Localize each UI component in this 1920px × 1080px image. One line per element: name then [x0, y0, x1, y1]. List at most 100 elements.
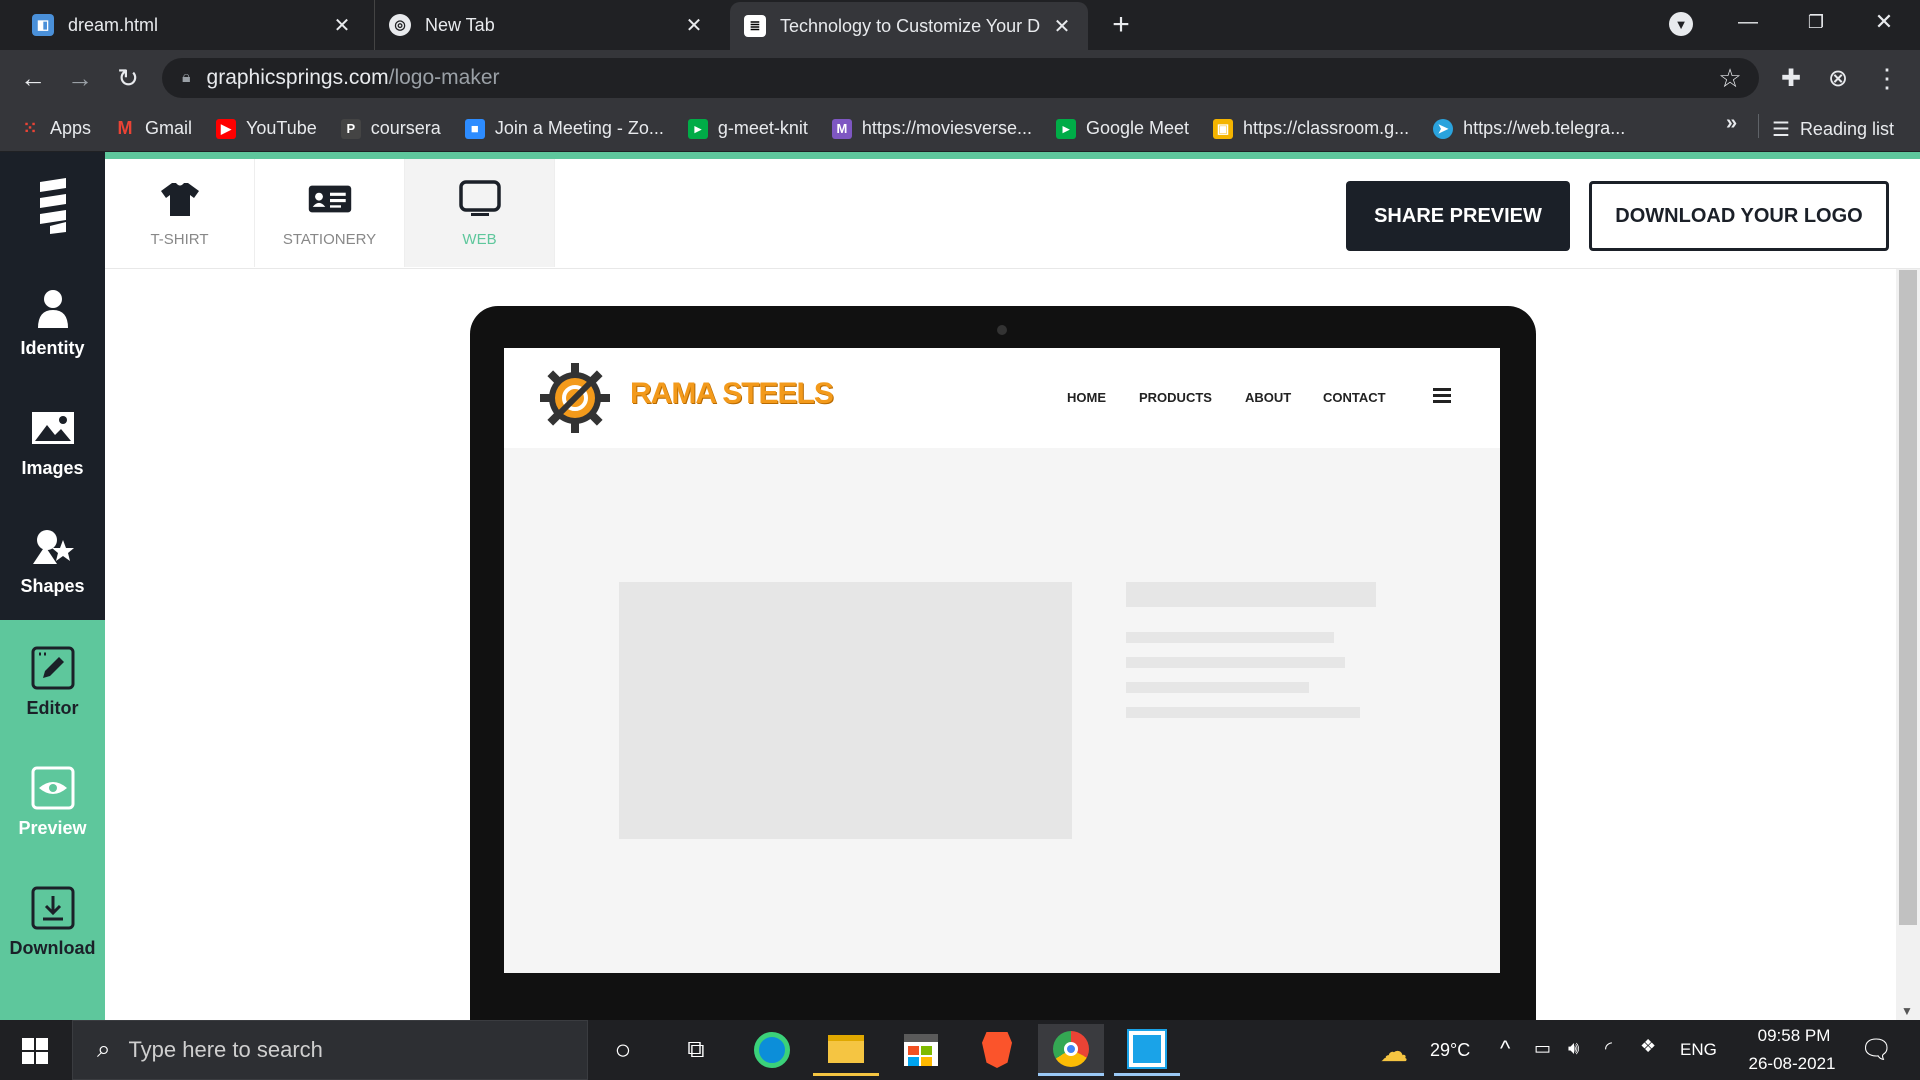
- app-icon[interactable]: [1114, 1024, 1180, 1076]
- tab-stationery[interactable]: STATIONERY: [255, 159, 405, 267]
- dropbox-icon[interactable]: ❖: [1640, 1036, 1656, 1057]
- bookmark-coursera[interactable]: Pcoursera: [340, 118, 441, 139]
- sidebar-item-download[interactable]: Download: [0, 886, 105, 959]
- bookmark-zoom[interactable]: ■ Join a Meeting - Zo...: [464, 118, 664, 139]
- bookmark-classroom[interactable]: ▣ https://classroom.g...: [1213, 118, 1409, 139]
- cortana-icon[interactable]: ○: [590, 1024, 656, 1076]
- bookmark-google-meet[interactable]: ▸ Google Meet: [1055, 118, 1189, 139]
- clock-time[interactable]: 09:58 PM: [1744, 1026, 1844, 1046]
- volume-icon[interactable]: 🔊︎: [1568, 1038, 1579, 1059]
- sidebar-item-editor[interactable]: Editor: [0, 646, 105, 719]
- bookmark-apps[interactable]: ⁙ Apps: [20, 118, 91, 139]
- bookmark-label: https://web.telegra...: [1463, 118, 1626, 138]
- lock-icon: 🔒︎: [182, 69, 191, 86]
- bookmark-gmail[interactable]: M Gmail: [115, 118, 193, 139]
- windows-start-icon[interactable]: [22, 1038, 48, 1064]
- image-icon: [31, 406, 75, 450]
- chevron-up-icon[interactable]: ^: [1500, 1036, 1510, 1062]
- sidebar-label: Images: [21, 458, 84, 478]
- restore-icon[interactable]: ❐: [1786, 0, 1846, 44]
- sidebar-label: Editor: [26, 698, 79, 718]
- language-indicator[interactable]: ENG: [1680, 1040, 1717, 1060]
- browser-tab[interactable]: ◧ dream.html ✕: [18, 0, 368, 50]
- sidebar-item-shapes[interactable]: Shapes: [0, 524, 105, 597]
- tab-search-icon[interactable]: ▼: [1669, 12, 1693, 36]
- heading-placeholder: [1126, 582, 1376, 607]
- graphicsprings-logo[interactable]: [36, 176, 70, 236]
- bookmark-label: YouTube: [246, 118, 317, 138]
- more-bookmarks-button[interactable]: »: [1726, 112, 1737, 135]
- new-tab-icon[interactable]: +: [1101, 5, 1141, 45]
- reading-list-button[interactable]: ☰ Reading list: [1772, 106, 1894, 152]
- share-preview-button[interactable]: SHARE PREVIEW: [1346, 181, 1570, 251]
- text-line-placeholder: [1126, 632, 1334, 643]
- close-icon[interactable]: ✕: [682, 13, 706, 38]
- notification-icon[interactable]: 🗨︎: [1860, 1034, 1893, 1065]
- profile-icon[interactable]: ⊗: [1818, 58, 1858, 98]
- sidebar-item-images[interactable]: Images: [0, 406, 105, 479]
- tab-web[interactable]: WEB: [405, 159, 555, 267]
- apps-grid-icon: ⁙: [22, 118, 38, 138]
- text-line-placeholder: [1126, 657, 1345, 668]
- file-explorer-icon[interactable]: [813, 1024, 879, 1076]
- youtube-icon: ▶: [216, 118, 237, 139]
- scroll-down-icon[interactable]: ▼: [1901, 1004, 1913, 1018]
- menu-dots-icon[interactable]: ⋮: [1867, 58, 1907, 98]
- clock-date[interactable]: 26-08-2021: [1734, 1054, 1850, 1074]
- bookmark-telegram[interactable]: ➤ https://web.telegra...: [1433, 118, 1625, 139]
- bookmark-label: https://classroom.g...: [1243, 118, 1410, 138]
- tshirt-icon: [158, 179, 202, 219]
- tab-title: dream.html: [68, 14, 159, 35]
- window-close-icon[interactable]: ✕: [1854, 0, 1914, 44]
- camera-icon: [997, 325, 1007, 335]
- edge-icon[interactable]: [739, 1024, 805, 1076]
- bookmark-label: Gmail: [145, 118, 193, 138]
- bookmark-moviesverse[interactable]: Mhttps://moviesverse...: [831, 118, 1032, 139]
- image-placeholder: [619, 582, 1072, 839]
- reading-list-label: Reading list: [1799, 118, 1894, 139]
- mock-nav-home: HOME: [1067, 390, 1106, 405]
- extensions-icon[interactable]: ✚: [1771, 58, 1811, 98]
- wifi-icon[interactable]: ◜: [1605, 1038, 1612, 1059]
- back-icon[interactable]: ←: [13, 58, 53, 98]
- weather-temperature[interactable]: 29°C: [1430, 1040, 1470, 1061]
- sidebar-item-identity[interactable]: Identity: [0, 286, 105, 359]
- google-meet-icon: ▸: [687, 118, 708, 139]
- edit-icon: [31, 646, 75, 690]
- close-icon[interactable]: ✕: [330, 13, 354, 38]
- forward-icon[interactable]: →: [60, 58, 100, 98]
- bookmark-g-meet-knit[interactable]: ▸ g-meet-knit: [687, 118, 808, 139]
- id-card-icon: [308, 179, 352, 219]
- close-icon[interactable]: ✕: [1050, 14, 1074, 39]
- bookmark-youtube[interactable]: ▶ YouTube: [216, 118, 317, 139]
- store-icon[interactable]: [888, 1024, 954, 1076]
- tab-label: T-SHIRT: [150, 230, 209, 248]
- address-bar[interactable]: 🔒︎ graphicsprings.com/logo-maker: [162, 58, 1759, 98]
- task-view-icon[interactable]: ⧉: [663, 1024, 729, 1076]
- tab-tshirt[interactable]: T-SHIRT: [105, 159, 255, 267]
- url-host: graphicsprings.com: [206, 66, 389, 89]
- brave-icon[interactable]: [964, 1024, 1030, 1076]
- browser-tab[interactable]: ◎ New Tab ✕: [374, 0, 720, 50]
- url-path: /logo-maker: [388, 66, 500, 89]
- document-icon: ◧: [32, 14, 54, 36]
- scrollbar-thumb[interactable]: [1899, 270, 1917, 925]
- download-logo-button[interactable]: DOWNLOAD YOUR LOGO: [1589, 181, 1889, 251]
- text-line-placeholder: [1126, 707, 1360, 718]
- bookmark-label: coursera: [370, 118, 441, 138]
- bookmark-label: Join a Meeting - Zo...: [494, 118, 664, 138]
- reload-icon[interactable]: ↻: [108, 58, 148, 98]
- minimize-icon[interactable]: —: [1718, 0, 1778, 44]
- taskbar-search-box[interactable]: ⌕ Type here to search: [72, 1020, 588, 1080]
- text-line-placeholder: [1126, 682, 1309, 693]
- person-icon: [31, 286, 75, 330]
- bookmark-star-icon[interactable]: ☆: [1710, 58, 1750, 98]
- tab-label: STATIONERY: [282, 230, 377, 248]
- browser-tab-active[interactable]: ≣ Technology to Customize Your D ✕: [730, 2, 1088, 50]
- download-icon: [31, 886, 75, 930]
- sidebar-label: Shapes: [20, 576, 85, 596]
- sidebar-label: Preview: [18, 818, 87, 838]
- chrome-taskbar-icon[interactable]: [1038, 1024, 1104, 1076]
- battery-icon[interactable]: ▭: [1534, 1038, 1551, 1059]
- sidebar-item-preview[interactable]: Preview: [0, 766, 105, 839]
